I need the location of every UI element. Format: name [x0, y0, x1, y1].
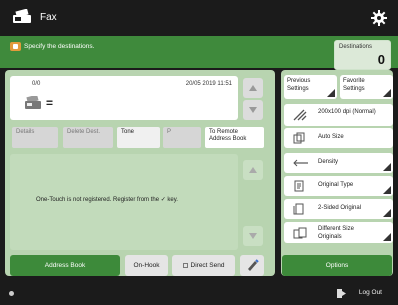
different-size-originals-button[interactable]: Different Size Originals — [284, 222, 393, 243]
corner-icon — [383, 186, 391, 194]
to-remote-address-book-button[interactable]: To Remote Address Book — [205, 127, 264, 148]
chevron-up-icon — [249, 167, 257, 173]
gear-icon[interactable] — [370, 9, 388, 27]
destinations-label: Destinations — [339, 44, 373, 50]
previous-settings-label: Previous Settings — [287, 78, 311, 92]
two-sided-original-button[interactable]: 2-Sided Original — [284, 199, 393, 219]
density-icon — [293, 159, 309, 169]
original-type-icon — [293, 180, 305, 194]
one-touch-message: One-Touch is not registered. Register fr… — [36, 197, 178, 203]
resolution-label: 200x100 dpi (Normal) — [318, 109, 376, 115]
previous-settings-button[interactable]: Previous Settings — [284, 75, 337, 99]
two-sided-icon — [293, 203, 305, 217]
logout-icon — [337, 289, 346, 298]
scroll-up-button[interactable] — [243, 78, 263, 98]
original-type-button[interactable]: Original Type — [284, 176, 393, 196]
options-button[interactable]: Options — [282, 255, 392, 276]
chevron-down-icon — [249, 107, 257, 113]
details-button[interactable]: Details — [12, 127, 58, 148]
status-indicator — [9, 291, 14, 296]
direct-send-label: Direct Send — [190, 262, 225, 269]
density-label: Density — [318, 159, 339, 165]
logout-button[interactable]: Log Out — [359, 289, 382, 296]
copy-ratio-icon — [293, 132, 305, 146]
status-bar: Log Out — [0, 282, 398, 305]
destination-id: 0/0 — [32, 81, 41, 87]
settings-panel — [281, 70, 393, 276]
checkbox-icon — [182, 262, 188, 268]
delete-dest-button[interactable]: Delete Dest. — [63, 127, 113, 148]
chevron-down-icon — [249, 233, 257, 239]
fax-icon — [13, 9, 31, 23]
corner-icon — [383, 233, 391, 241]
one-touch-area: One-Touch is not registered. Register fr… — [10, 154, 238, 250]
favorite-settings-button[interactable]: Favorite Settings — [340, 75, 393, 99]
corner-icon — [383, 163, 391, 171]
resolution-button[interactable]: 200x100 dpi (Normal) — [284, 104, 393, 126]
send-button[interactable] — [240, 255, 264, 276]
original-type-label: Original Type — [318, 182, 354, 188]
auto-size-button[interactable]: Auto Size — [284, 128, 393, 148]
scroll-up-button-2[interactable] — [243, 160, 263, 180]
pen-icon — [248, 259, 259, 271]
message-text: Specify the destinations. — [24, 43, 95, 50]
destinations-counter[interactable]: Destinations 0 — [334, 40, 391, 70]
address-book-button[interactable]: Address Book — [10, 255, 120, 276]
scroll-down-button[interactable] — [243, 100, 263, 120]
resolution-icon — [293, 109, 307, 123]
different-size-label: Different Size Originals — [318, 226, 354, 240]
two-sided-label: 2-Sided Original — [318, 205, 362, 211]
message-bar: Specify the destinations. Destinations 0 — [0, 36, 398, 70]
destination-value: = — [46, 96, 54, 110]
pause-button[interactable]: P — [163, 127, 201, 148]
direct-send-button[interactable]: Direct Send — [172, 255, 235, 276]
chevron-up-icon — [249, 85, 257, 91]
scroll-down-button-2[interactable] — [243, 226, 263, 246]
corner-icon — [383, 89, 391, 97]
title-bar: Fax — [0, 0, 398, 36]
density-button[interactable]: Density — [284, 153, 393, 173]
destination-preview: 0/0 20/05 2019 11:51 = — [10, 76, 238, 120]
tone-button[interactable]: Tone — [117, 127, 160, 148]
corner-icon — [327, 89, 335, 97]
app-title: Fax — [40, 12, 57, 23]
fax-icon — [25, 96, 41, 109]
corner-icon — [383, 209, 391, 217]
different-size-icon — [293, 227, 307, 241]
auto-size-label: Auto Size — [318, 134, 344, 140]
info-icon — [10, 42, 21, 51]
favorite-settings-label: Favorite Settings — [343, 78, 365, 92]
destinations-count: 0 — [377, 52, 385, 67]
destination-datetime: 20/05 2019 11:51 — [185, 81, 232, 87]
on-hook-button[interactable]: On-Hook — [125, 255, 168, 276]
